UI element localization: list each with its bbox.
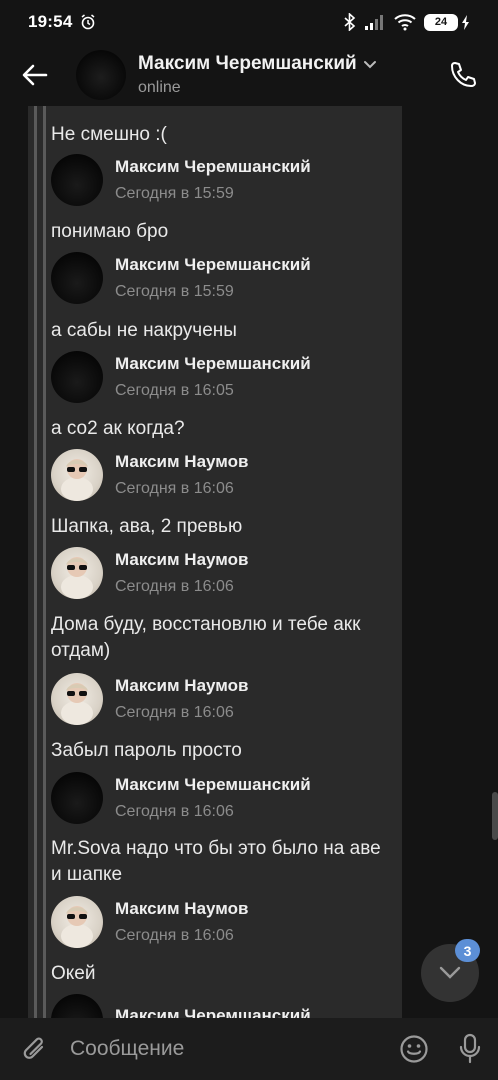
- status-bar: 19:54 24: [0, 0, 498, 44]
- battery-level: 24: [434, 16, 448, 28]
- paperclip-icon: [23, 1037, 44, 1059]
- message-author: Максим Черемшанский: [115, 775, 311, 794]
- smiley-icon: [400, 1035, 428, 1063]
- message-text: Mr.Sova надо что бы это было на аве и ша…: [51, 838, 381, 885]
- phone-icon: [451, 62, 476, 87]
- message-input[interactable]: [70, 1037, 386, 1061]
- message-header[interactable]: Максим Черемшанский Сегодня в 15:59: [51, 154, 391, 206]
- message-time: Сегодня в 15:59: [115, 283, 234, 300]
- message-text: а со2 ак когда?: [51, 418, 185, 439]
- message-author: Максим Черемшанский: [115, 354, 311, 373]
- back-arrow-icon: [22, 64, 48, 86]
- chat-area[interactable]: Не смешно :( Максим Черемшанский Сегодня в…: [0, 106, 498, 1018]
- message-text: Дома буду, восстановлю и тебе акк отдам): [51, 614, 361, 661]
- forwarded-messages-panel[interactable]: Не смешно :( Максим Черемшанский Сегодня в…: [28, 106, 402, 1018]
- avatar[interactable]: [51, 449, 103, 501]
- avatar[interactable]: [51, 994, 103, 1018]
- avatar[interactable]: [51, 896, 103, 948]
- message-author: Максим Черемшанский: [115, 157, 311, 176]
- message-author: Максим Наумов: [115, 550, 249, 569]
- message-text: Не смешно :(: [51, 124, 167, 145]
- alarm-icon: [82, 14, 95, 30]
- wifi-icon: [394, 14, 416, 31]
- message-text: Шапка, ава, 2 превью: [51, 516, 243, 537]
- message-text: Забыл пароль просто: [51, 740, 242, 761]
- microphone-icon: [459, 1033, 481, 1064]
- message-text: понимаю бро: [51, 221, 169, 242]
- message-header[interactable]: Максим Черемшанский Сегодня в 15:59: [51, 252, 391, 304]
- message-header[interactable]: Максим Наумов Сегодня в 16:06: [51, 547, 391, 599]
- message-time: Сегодня в 16:05: [115, 382, 234, 399]
- signal-icon: [365, 15, 383, 30]
- message-author: Максим Наумов: [115, 676, 249, 695]
- message-time: Сегодня в 16:06: [115, 803, 234, 820]
- chat-header: Максим Черемшанский online: [0, 44, 498, 106]
- charging-icon: [462, 14, 469, 30]
- avatar[interactable]: [51, 154, 103, 206]
- message-text: а сабы не накручены: [51, 320, 237, 341]
- avatar[interactable]: [51, 772, 103, 824]
- composer: [0, 1018, 498, 1080]
- message-header[interactable]: Максим Черемшанский: [51, 994, 391, 1018]
- message-author: Максим Наумов: [115, 899, 249, 918]
- voice-button[interactable]: [442, 1018, 498, 1080]
- scrollbar[interactable]: [492, 792, 498, 840]
- message-header[interactable]: Максим Черемшанский Сегодня в 16:06: [51, 772, 391, 824]
- message-header[interactable]: Максим Наумов Сегодня в 16:06: [51, 896, 391, 948]
- chevron-down-icon: [439, 966, 461, 979]
- emoji-button[interactable]: [386, 1018, 442, 1080]
- avatar[interactable]: [51, 351, 103, 403]
- battery-indicator: 24: [424, 13, 470, 31]
- header-name: Максим Черемшанский: [138, 53, 357, 74]
- message-time: Сегодня в 15:59: [115, 185, 234, 202]
- avatar[interactable]: [51, 252, 103, 304]
- message-time: Сегодня в 16:06: [115, 578, 234, 595]
- back-button[interactable]: [0, 44, 70, 106]
- message-author: Максим Наумов: [115, 452, 249, 471]
- avatar[interactable]: [51, 547, 103, 599]
- chevron-down-icon: [363, 60, 376, 68]
- call-button[interactable]: [444, 56, 482, 94]
- message-time: Сегодня в 16:06: [115, 480, 234, 497]
- message-time: Сегодня в 16:06: [115, 927, 234, 944]
- message-header[interactable]: Максим Наумов Сегодня в 16:06: [51, 673, 391, 725]
- forward-bar: [34, 106, 37, 1018]
- message-author: Максим Черемшанский: [115, 1006, 311, 1018]
- message-text: Окей: [51, 963, 96, 984]
- attach-button[interactable]: [0, 1018, 70, 1080]
- status-time: 19:54: [28, 12, 73, 31]
- bluetooth-icon: [344, 13, 356, 31]
- message-author: Максим Черемшанский: [115, 255, 311, 274]
- header-avatar[interactable]: [76, 50, 126, 100]
- forward-bar-inner: [43, 106, 46, 1018]
- header-status: online: [138, 79, 181, 96]
- message-time: Сегодня в 16:06: [115, 704, 234, 721]
- avatar[interactable]: [51, 673, 103, 725]
- unread-badge: 3: [455, 939, 480, 962]
- message-header[interactable]: Максим Черемшанский Сегодня в 16:05: [51, 351, 391, 403]
- header-info[interactable]: Максим Черемшанский online: [138, 53, 377, 97]
- message-header[interactable]: Максим Наумов Сегодня в 16:06: [51, 449, 391, 501]
